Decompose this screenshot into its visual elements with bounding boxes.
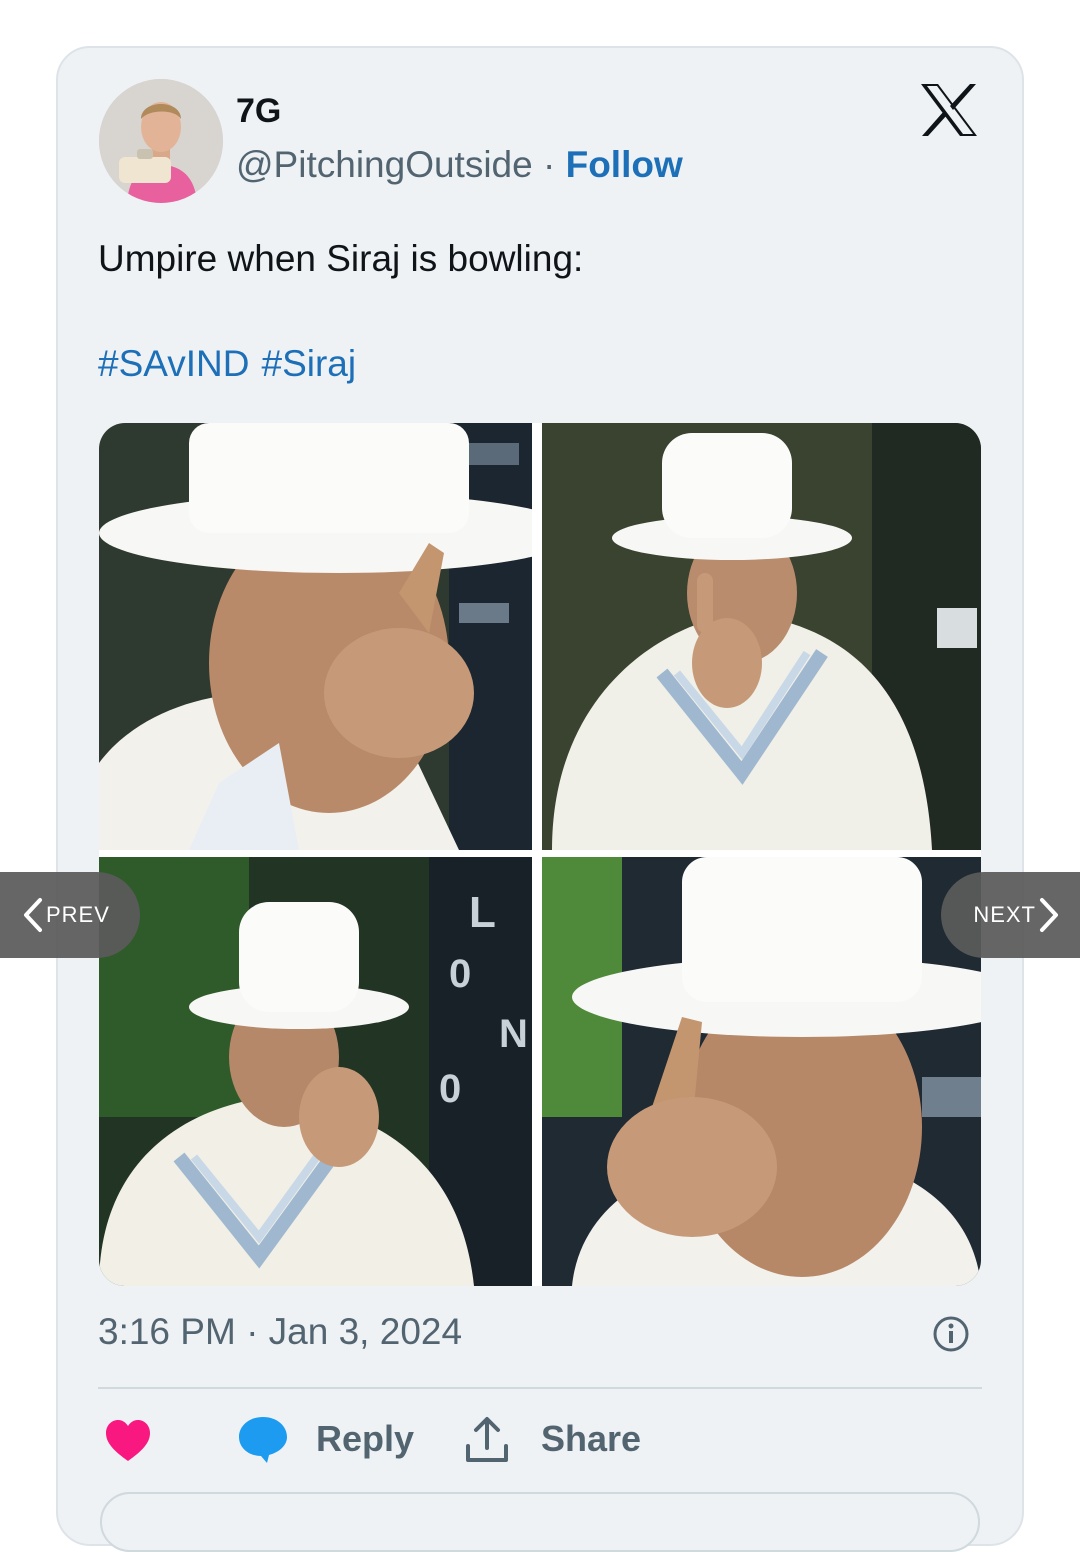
handle-row: @PitchingOutside · Follow [236,144,683,186]
handle[interactable]: @PitchingOutside [236,144,533,185]
avatar[interactable] [99,79,223,203]
heart-icon[interactable] [104,1419,152,1463]
separator-dot: · [532,144,566,185]
svg-text:N: N [499,1012,528,1056]
svg-text:L: L [469,888,496,937]
x-logo-icon[interactable] [918,82,980,138]
tweet-timestamp[interactable]: 3:16 PM · Jan 3, 2024 [98,1311,462,1353]
hashtag-link[interactable]: #Siraj [262,343,357,384]
svg-text:0: 0 [449,952,471,996]
media-image-2[interactable] [542,423,981,850]
share-button[interactable]: Share [541,1418,641,1460]
next-button[interactable]: NEXT [941,872,1080,958]
read-more-box[interactable] [100,1492,980,1552]
chevron-left-icon [24,898,42,932]
tweet-text: Umpire when Siraj is bowling: [98,238,584,279]
reply-button[interactable]: Reply [316,1418,414,1460]
prev-button[interactable]: PREV [0,872,140,958]
reply-bubble-icon[interactable] [237,1415,289,1465]
svg-text:0: 0 [439,1067,461,1111]
divider [98,1387,982,1389]
media-image-3[interactable]: L 0 N 0 [99,857,532,1286]
info-icon[interactable] [932,1315,970,1353]
media-image-1[interactable] [99,423,532,850]
media-image-4[interactable] [542,857,981,1286]
display-name[interactable]: 7G [236,92,281,131]
hashtag-row: #SAvIND #Siraj [98,343,368,385]
follow-button[interactable]: Follow [566,144,683,185]
prev-label: PREV [46,902,110,927]
share-icon[interactable] [464,1416,510,1464]
chevron-right-icon [1040,898,1058,932]
hashtag-link[interactable]: #SAvIND [98,343,250,384]
next-label: NEXT [973,902,1036,927]
media-grid[interactable]: L 0 N 0 [99,423,981,1286]
